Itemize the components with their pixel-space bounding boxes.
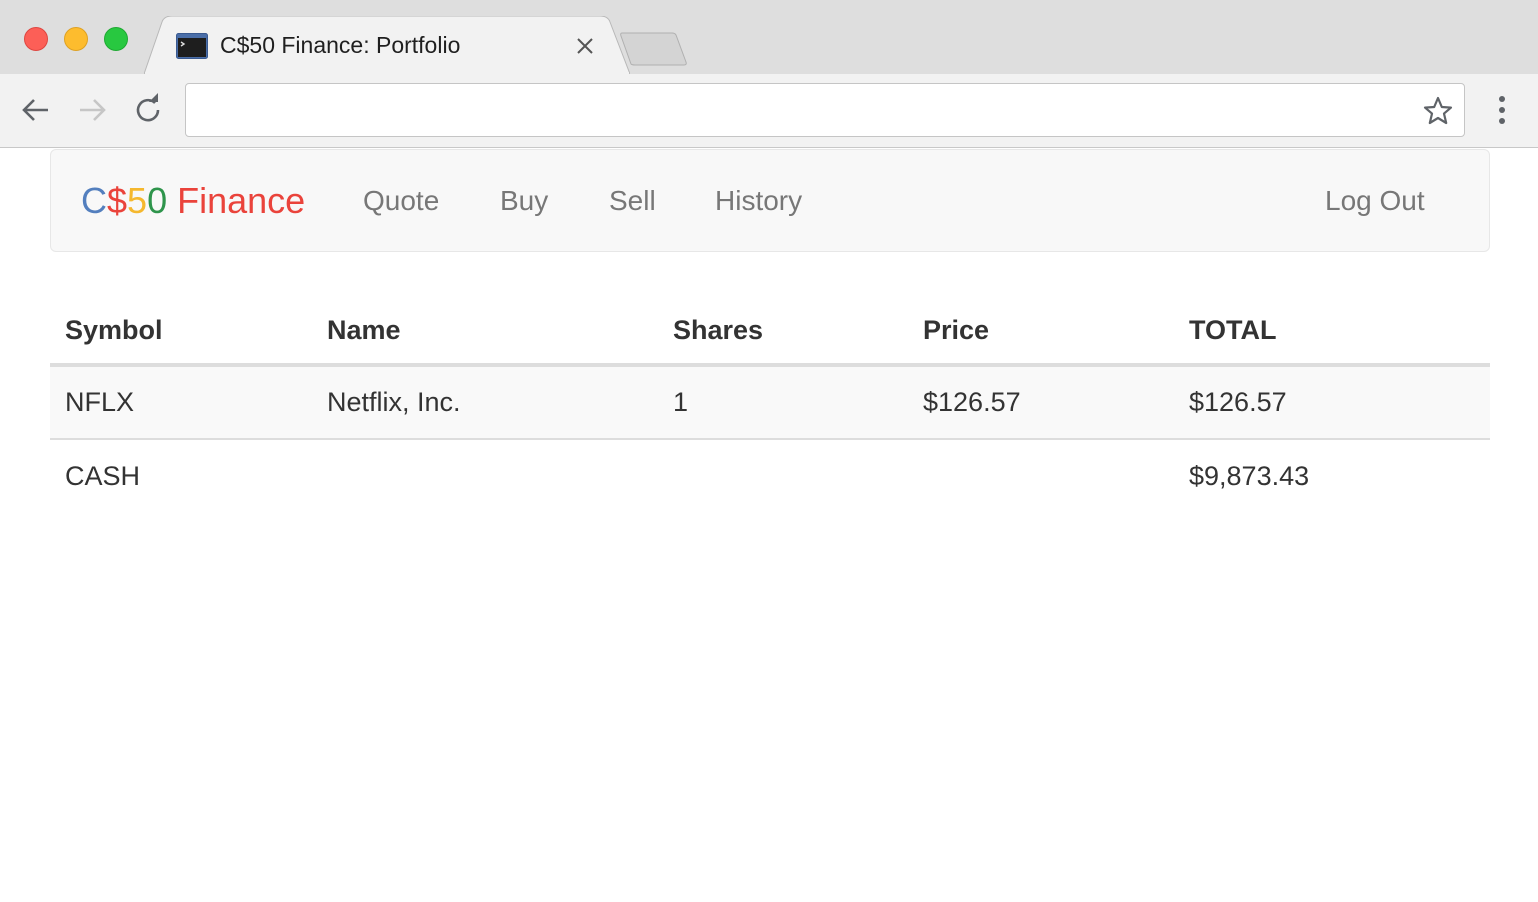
minimize-window-button[interactable] [64, 27, 88, 51]
header-name: Name [312, 297, 658, 367]
address-bar[interactable] [185, 83, 1465, 137]
brand-digit-zero: 0 [147, 180, 168, 221]
new-tab-button[interactable] [620, 32, 690, 66]
cell-total: $126.57 [1189, 387, 1287, 417]
cash-empty-name [312, 439, 658, 513]
site-navbar: C$50 Finance Quote Buy Sell History Log … [50, 149, 1490, 252]
tab-title: C$50 Finance: Portfolio [220, 32, 461, 58]
star-icon[interactable] [1422, 95, 1454, 127]
cell-shares: 1 [673, 387, 689, 417]
cash-empty-price [908, 439, 1174, 513]
arrow-right-icon[interactable] [75, 93, 109, 127]
cell-symbol: NFLX [65, 387, 135, 417]
nav-link-sell[interactable]: Sell [609, 185, 656, 217]
header-symbol: Symbol [50, 297, 312, 367]
reload-icon[interactable] [131, 93, 165, 127]
maximize-window-button[interactable] [104, 27, 128, 51]
table-row: NFLX Netflix, Inc. 1 $126.57 $126.57 [50, 365, 1490, 439]
cash-row: CASH $9,873.43 [50, 439, 1490, 513]
close-icon[interactable] [574, 35, 596, 57]
brand-word-finance: Finance [167, 180, 306, 221]
page-content: C$50 Finance Quote Buy Sell History Log … [0, 149, 1538, 902]
cash-empty-shares [658, 439, 908, 513]
brand-logo-link[interactable]: C$50 Finance [81, 180, 305, 222]
arrow-left-icon[interactable] [19, 93, 53, 127]
cash-label: CASH [65, 461, 141, 491]
brand-letter-c: C [81, 180, 107, 221]
browser-toolbar [0, 74, 1538, 148]
browser-titlebar: C$50 Finance: Portfolio [0, 0, 1538, 74]
table-header-row: Symbol Name Shares Price TOTAL [50, 297, 1490, 367]
nav-link-quote[interactable]: Quote [363, 185, 439, 217]
cell-name: Netflix, Inc. [327, 387, 461, 417]
cell-price: $126.57 [923, 387, 1021, 417]
brand-digit-five: 5 [127, 180, 148, 221]
nav-link-logout[interactable]: Log Out [1325, 185, 1425, 217]
portfolio-table: Symbol Name Shares Price TOTAL NFLX Netf… [50, 297, 1490, 513]
cash-total: $9,873.43 [1189, 461, 1310, 491]
nav-link-history[interactable]: History [715, 185, 802, 217]
header-total: TOTAL [1174, 297, 1490, 367]
nav-link-buy[interactable]: Buy [500, 185, 548, 217]
header-shares: Shares [658, 297, 908, 367]
vertical-ellipsis-icon[interactable] [1490, 93, 1514, 127]
browser-tab-active[interactable]: C$50 Finance: Portfolio [144, 16, 630, 74]
terminal-icon [176, 33, 208, 59]
brand-dollar: $ [107, 180, 128, 221]
close-window-button[interactable] [24, 27, 48, 51]
header-price: Price [908, 297, 1174, 367]
